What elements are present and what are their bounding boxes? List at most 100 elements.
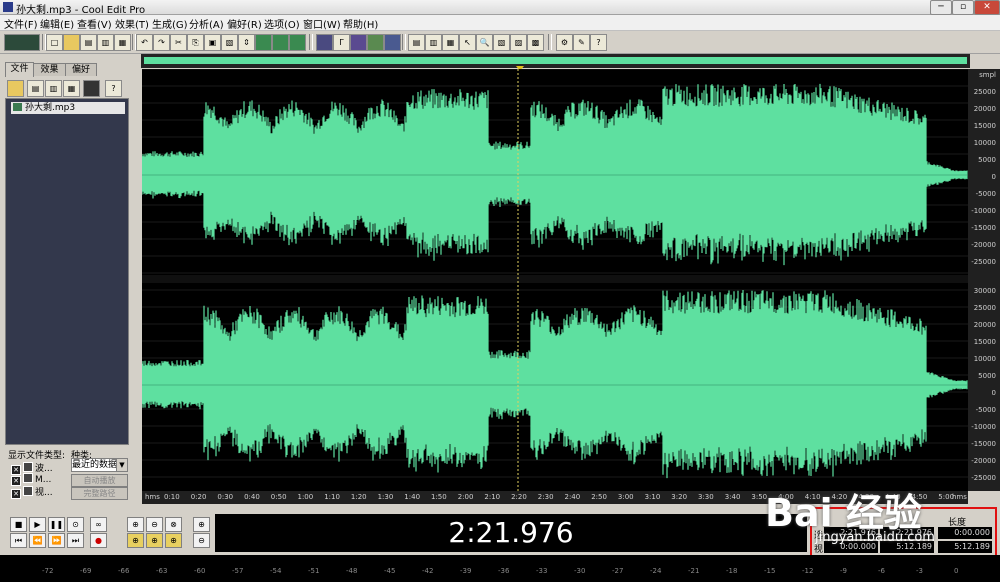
view-icon-6[interactable]: ▩ bbox=[527, 34, 544, 51]
meter-tick-label: -42 bbox=[422, 567, 434, 575]
close-file-icon[interactable]: ▥ bbox=[97, 34, 114, 51]
view-icon-5[interactable]: ▨ bbox=[510, 34, 527, 51]
meter-tick-label: -21 bbox=[688, 567, 700, 575]
cursor-icon[interactable]: ↖ bbox=[459, 34, 476, 51]
tab-effects[interactable]: 效果 bbox=[33, 63, 66, 76]
type-select[interactable]: 最近的数据 ▼ bbox=[71, 458, 128, 472]
zoom-right-icon[interactable]: ⊕ bbox=[146, 533, 163, 548]
fade-icon[interactable]: Γ bbox=[333, 34, 350, 51]
list-item[interactable]: 孙大剩.mp3 bbox=[11, 102, 125, 114]
edit-file-icon[interactable]: ▦ bbox=[63, 80, 80, 97]
zoom-out-h-icon[interactable]: ⊖ bbox=[146, 517, 163, 532]
zoom-tool-icon[interactable]: 🔍 bbox=[476, 34, 493, 51]
maximize-button[interactable]: ▫ bbox=[952, 0, 974, 15]
grid-green-icon[interactable] bbox=[367, 34, 384, 51]
meter-icon[interactable] bbox=[272, 34, 289, 51]
autoplay-button[interactable]: 自动播放 bbox=[71, 474, 128, 487]
meter-tick-label: -36 bbox=[498, 567, 510, 575]
redo-icon[interactable]: ↷ bbox=[153, 34, 170, 51]
mix-paste-icon[interactable]: ▧ bbox=[221, 34, 238, 51]
grid-blue-icon[interactable] bbox=[384, 34, 401, 51]
meter-tick-label: -48 bbox=[346, 567, 358, 575]
trim-icon[interactable]: ⇕ bbox=[238, 34, 255, 51]
help-icon[interactable]: ? bbox=[590, 34, 607, 51]
view-icon-4[interactable]: ▧ bbox=[493, 34, 510, 51]
menu-generate[interactable]: 生成(G) bbox=[152, 16, 188, 31]
go-to-start-button[interactable]: ⏮ bbox=[10, 533, 27, 548]
meter-tick-label: -12 bbox=[802, 567, 814, 575]
properties-icon[interactable]: ▦ bbox=[114, 34, 131, 51]
zoom-full-icon[interactable]: ⊗ bbox=[165, 517, 182, 532]
rewind-button[interactable]: ⏪ bbox=[29, 533, 46, 548]
save-icon[interactable]: ▤ bbox=[80, 34, 97, 51]
view-icon-1[interactable]: ▤ bbox=[408, 34, 425, 51]
meter-tick-label: -33 bbox=[536, 567, 548, 575]
new-file-icon[interactable]: □ bbox=[46, 34, 63, 51]
zoom-in-h-icon[interactable]: ⊕ bbox=[127, 517, 144, 532]
settings-icon[interactable]: ⚙ bbox=[556, 34, 573, 51]
zoom-in-v-icon[interactable]: ⊕ bbox=[193, 517, 210, 532]
menu-options[interactable]: 选项(O) bbox=[264, 16, 300, 31]
close-button[interactable]: ✕ bbox=[974, 0, 1000, 15]
go-to-end-button[interactable]: ⏭ bbox=[67, 533, 84, 548]
time-tick-label: 3:00 bbox=[617, 493, 634, 501]
play-to-end-button[interactable]: ⊙ bbox=[67, 517, 84, 532]
stop-button[interactable]: ■ bbox=[10, 517, 27, 532]
checkbox-video[interactable]: ✕ bbox=[11, 489, 21, 499]
loop-button[interactable]: ∞ bbox=[90, 517, 107, 532]
overview-bar[interactable] bbox=[141, 54, 970, 71]
view-icon-3[interactable]: ▦ bbox=[442, 34, 459, 51]
waveform-display[interactable] bbox=[142, 69, 968, 491]
fast-forward-button[interactable]: ⏩ bbox=[48, 533, 65, 548]
level-meter: -72 -69 -66 -63 -60 -57 -54 -51 -48 -45 -42 -39 -36-… bbox=[0, 555, 1000, 582]
paste-icon[interactable]: ▣ bbox=[204, 34, 221, 51]
undo-icon[interactable]: ↶ bbox=[136, 34, 153, 51]
menu-help[interactable]: 帮助(H) bbox=[343, 16, 378, 31]
menu-favorites[interactable]: 偏好(R) bbox=[227, 16, 262, 31]
full-path-button[interactable]: 完整路径 bbox=[71, 487, 128, 500]
file-type-video[interactable]: ✕ 视... bbox=[11, 485, 53, 499]
tab-files[interactable]: 文件 bbox=[5, 62, 34, 77]
toggle-view-button[interactable] bbox=[4, 34, 40, 51]
scale-label: -10000 bbox=[971, 423, 996, 431]
spectral-icon[interactable] bbox=[255, 34, 272, 51]
meter-tick-label: -39 bbox=[460, 567, 472, 575]
play-button[interactable]: ▶ bbox=[29, 517, 46, 532]
time-tick-label: 0:10 bbox=[164, 493, 180, 501]
menu-file[interactable]: 文件(F) bbox=[4, 16, 38, 31]
time-tick-label: 2:10 bbox=[484, 493, 501, 501]
zoom-selection-icon[interactable]: ⊕ bbox=[165, 533, 182, 548]
meter-tick-label: -30 bbox=[574, 567, 586, 575]
import-icon[interactable]: ▤ bbox=[27, 80, 44, 97]
menu-edit[interactable]: 编辑(E) bbox=[40, 16, 74, 31]
zoom-out-v-icon[interactable]: ⊖ bbox=[193, 533, 210, 548]
meter-tick-label: -60 bbox=[194, 567, 206, 575]
scale-label: 5000 bbox=[978, 372, 996, 380]
monitor-icon[interactable] bbox=[289, 34, 306, 51]
pause-button[interactable]: ❚❚ bbox=[48, 517, 65, 532]
menu-view[interactable]: 查看(V) bbox=[77, 16, 112, 31]
record-button[interactable]: ● bbox=[90, 533, 107, 548]
meter-tick-label: -69 bbox=[80, 567, 92, 575]
wave-file-icon bbox=[13, 103, 22, 111]
edit-icon[interactable]: ✎ bbox=[573, 34, 590, 51]
open-folder-icon[interactable] bbox=[7, 80, 24, 97]
cut-icon[interactable]: ✂ bbox=[170, 34, 187, 51]
copy-icon[interactable]: ⎘ bbox=[187, 34, 204, 51]
meter-tick-label: -57 bbox=[232, 567, 244, 575]
view-icon-2[interactable]: ▥ bbox=[425, 34, 442, 51]
open-file-icon[interactable] bbox=[63, 34, 80, 51]
envelope-icon[interactable] bbox=[316, 34, 333, 51]
menu-effects[interactable]: 效果(T) bbox=[115, 16, 149, 31]
grid-icon[interactable] bbox=[350, 34, 367, 51]
zoom-left-icon[interactable]: ⊕ bbox=[127, 533, 144, 548]
scale-label: 25000 bbox=[973, 304, 996, 312]
tab-favorites[interactable]: 偏好 bbox=[65, 63, 97, 76]
close-icon[interactable]: ▥ bbox=[45, 80, 62, 97]
menu-window[interactable]: 窗口(W) bbox=[303, 16, 341, 31]
minimize-button[interactable]: ─ bbox=[930, 0, 952, 15]
play-file-icon[interactable] bbox=[83, 80, 100, 97]
panel-help-icon[interactable]: ? bbox=[105, 80, 122, 97]
menu-analyze[interactable]: 分析(A) bbox=[189, 16, 224, 31]
meter-tick-label: -15 bbox=[764, 567, 776, 575]
